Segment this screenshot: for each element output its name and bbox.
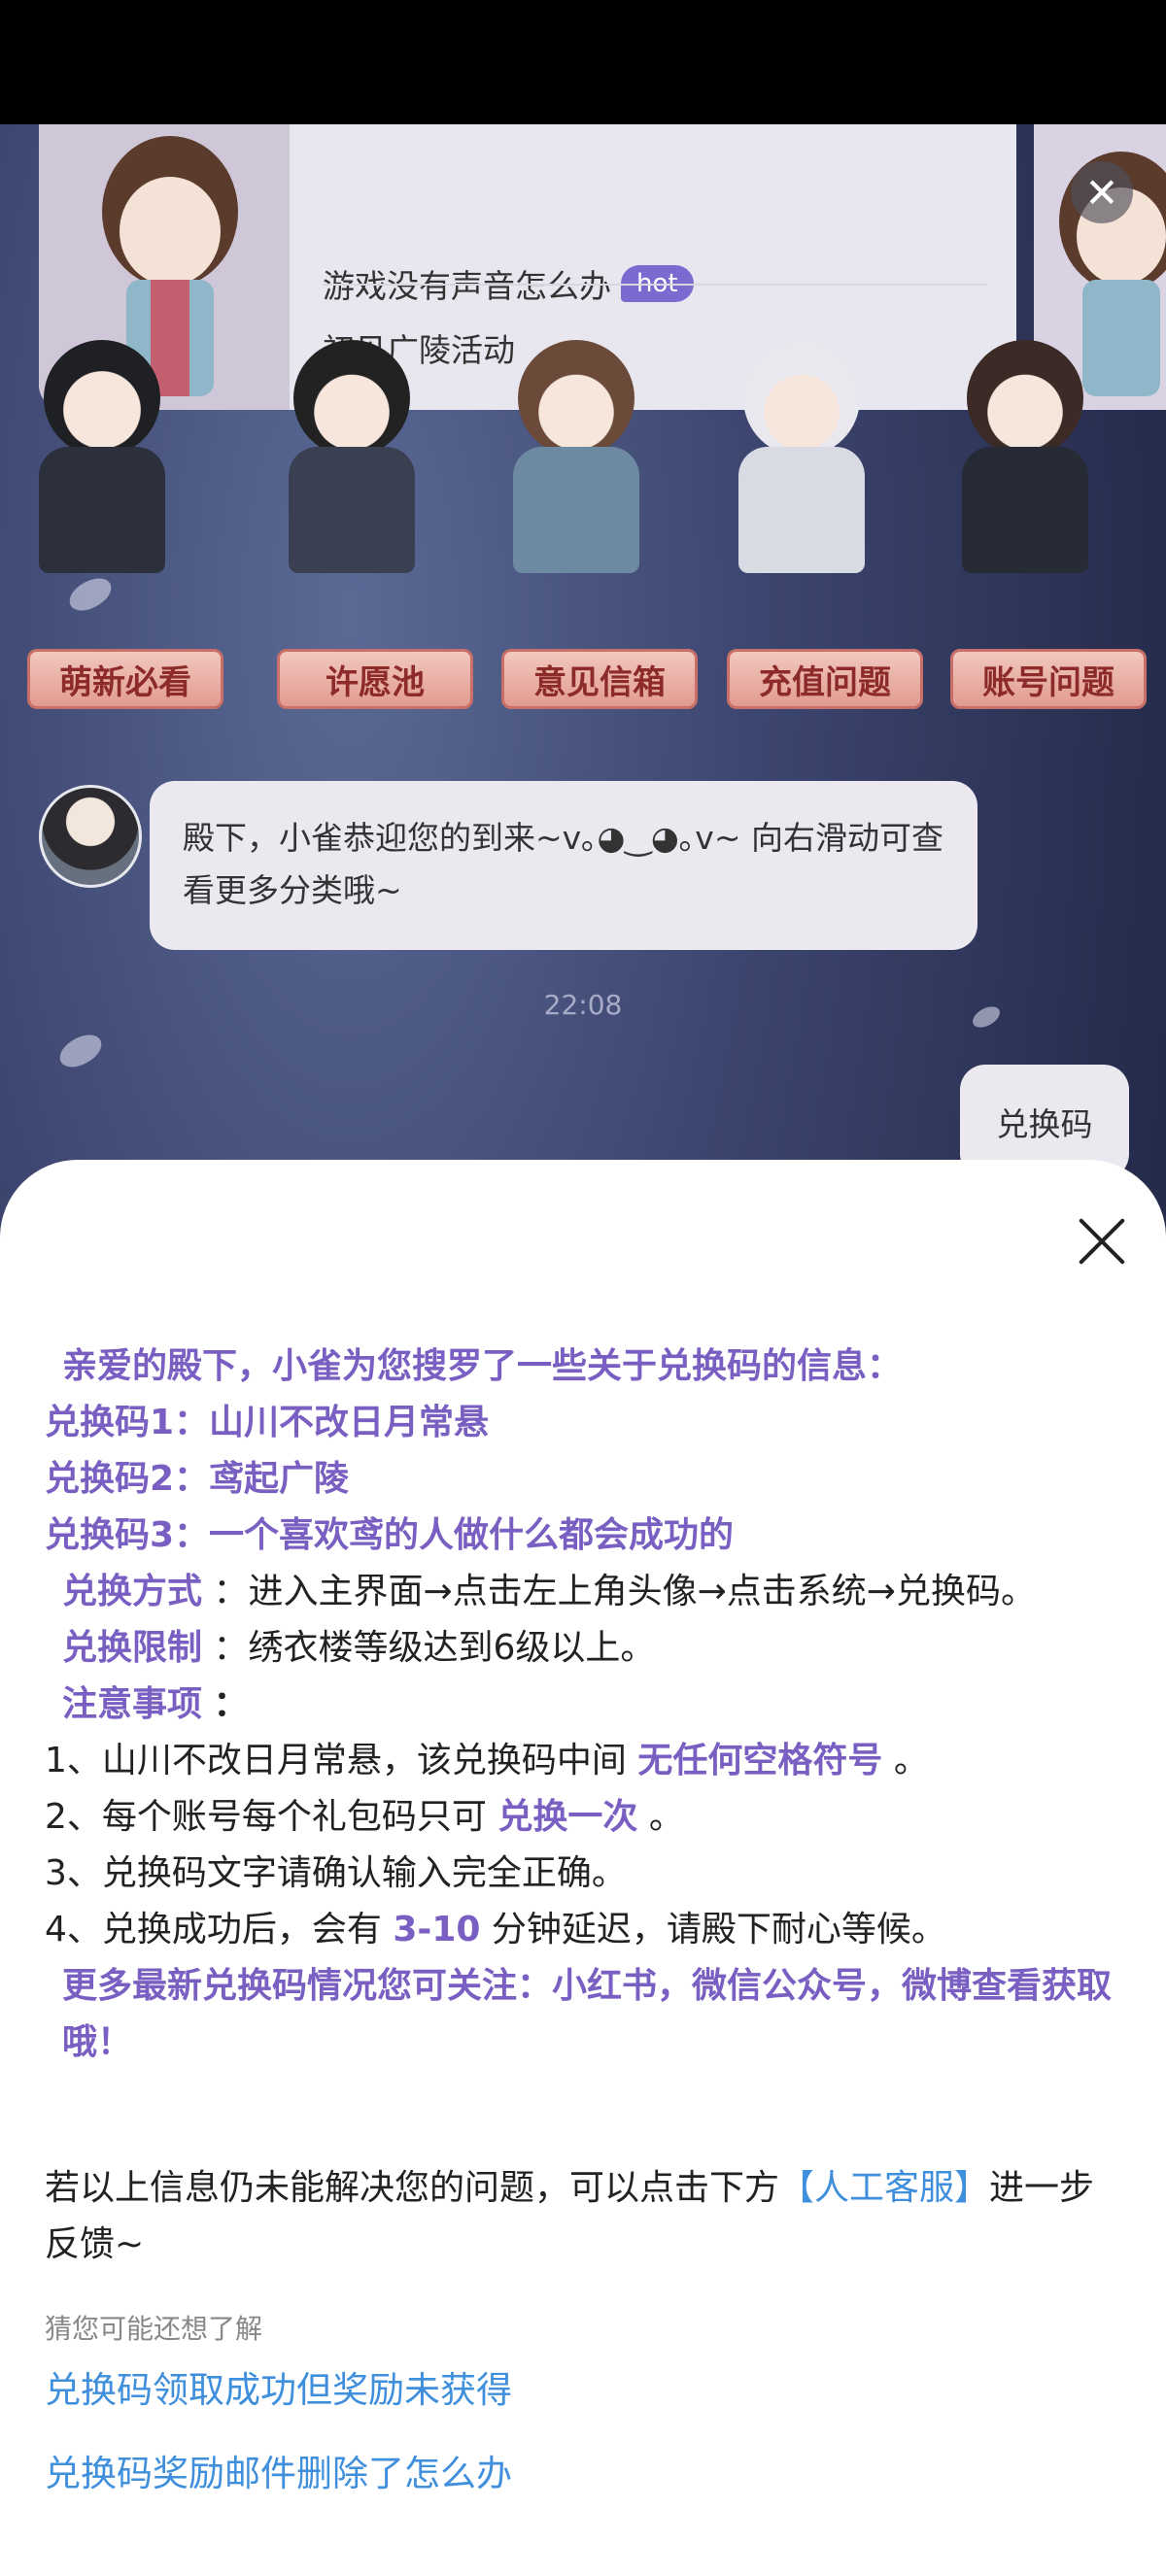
divider — [323, 284, 987, 286]
code-3: 兑换码3：一个喜欢鸢的人做什么都会成功的 — [45, 1515, 735, 1555]
note-2-end: 。 — [648, 1797, 684, 1837]
status-bar — [0, 0, 1166, 124]
code-2: 兑换码2：鸢起广陵 — [45, 1459, 350, 1499]
note-4-text: 4、兑换成功后，会有 — [45, 1910, 382, 1949]
note-2-text: 2、每个账号每个礼包码只可 — [45, 1797, 487, 1837]
category-label: 意见信箱 — [501, 649, 698, 709]
wish-pool-character-icon — [293, 340, 410, 457]
feedback-text: 若以上信息仍未能解决您的问题，可以点击下方 — [45, 2168, 780, 2208]
code-1: 兑换码1：山川不改日月常悬 — [45, 1403, 490, 1442]
note-1-highlight: 无任何空格符号 — [637, 1741, 883, 1780]
recharge-character-icon — [743, 340, 860, 457]
intro-text: 亲爱的殿下，小雀为您搜罗了一些关于兑换码的信息： — [62, 1346, 903, 1386]
category-recharge[interactable]: 充值问题 — [719, 340, 923, 709]
account-character-icon — [967, 340, 1083, 457]
answer-content: 亲爱的殿下，小雀为您搜罗了一些关于兑换码的信息： 兑换码1：山川不改日月常悬 兑… — [45, 1339, 1123, 2071]
method-label: 兑换方式 — [62, 1572, 203, 1611]
category-label: 许愿池 — [277, 649, 473, 709]
newbie-character-icon — [44, 340, 160, 457]
note-2-highlight: 兑换一次 — [497, 1797, 638, 1837]
bot-avatar — [39, 785, 142, 888]
character-body — [738, 447, 865, 573]
message-timestamp: 22:08 — [543, 989, 623, 1021]
limit-label: 兑换限制 — [62, 1628, 203, 1668]
category-wish-pool[interactable]: 许愿池 — [269, 340, 473, 709]
method-text: ：进入主界面→点击左上角头像→点击系统→兑换码。 — [213, 1572, 1036, 1611]
feedback-mailbox-character-icon — [518, 340, 634, 457]
notes-colon: ： — [213, 1684, 249, 1724]
petal-decoration — [54, 1030, 107, 1072]
related-question-link[interactable]: 兑换码奖励邮件删除了怎么办 — [45, 2444, 512, 2496]
category-label: 账号问题 — [950, 649, 1147, 709]
character-body — [962, 447, 1088, 573]
follow-text: 更多最新兑换码情况您可关注：小红书，微信公众号，微博查看获取哦！ — [62, 1966, 1113, 2062]
human-service-link[interactable]: 【人工客服】 — [779, 2168, 989, 2208]
note-1-end: 。 — [893, 1741, 929, 1780]
notes-label: 注意事项 — [62, 1684, 203, 1724]
character-body — [39, 447, 165, 573]
bot-message-bubble: 殿下，小雀恭迎您的到来~v｡◕‿◕｡v~ 向右滑动可查看更多分类哦~ — [150, 781, 977, 950]
note-4-highlight: 3-10 — [393, 1910, 481, 1949]
category-label: 充值问题 — [727, 649, 923, 709]
category-feedback[interactable]: 意见信箱 — [494, 340, 698, 709]
note-4-end: 分钟延迟，请殿下耐心等候。 — [491, 1910, 946, 1949]
close-icon[interactable]: ✕ — [1071, 161, 1133, 223]
answer-sheet: 亲爱的殿下，小雀为您搜罗了一些关于兑换码的信息： 兑换码1：山川不改日月常悬 兑… — [0, 1160, 1166, 2576]
related-question-link[interactable]: 兑换码领取成功但奖励未获得 — [45, 2360, 512, 2413]
related-hint: 猜您可能还想了解 — [45, 2313, 263, 2345]
character-body — [513, 447, 639, 573]
category-label: 萌新必看 — [27, 649, 223, 709]
note-3-text: 3、兑换码文字请确认输入完全正确。 — [45, 1853, 627, 1893]
character-body — [289, 447, 415, 573]
feedback-paragraph: 若以上信息仍未能解决您的问题，可以点击下方【人工客服】进一步反馈~ — [45, 2160, 1123, 2273]
limit-text: ：绣衣楼等级达到6级以上。 — [213, 1628, 656, 1668]
close-icon[interactable] — [1077, 1216, 1127, 1267]
category-account[interactable]: 账号问题 — [943, 340, 1147, 709]
category-newbie[interactable]: 萌新必看 — [19, 340, 223, 709]
note-1-text: 1、山川不改日月常悬，该兑换码中间 — [45, 1741, 627, 1780]
